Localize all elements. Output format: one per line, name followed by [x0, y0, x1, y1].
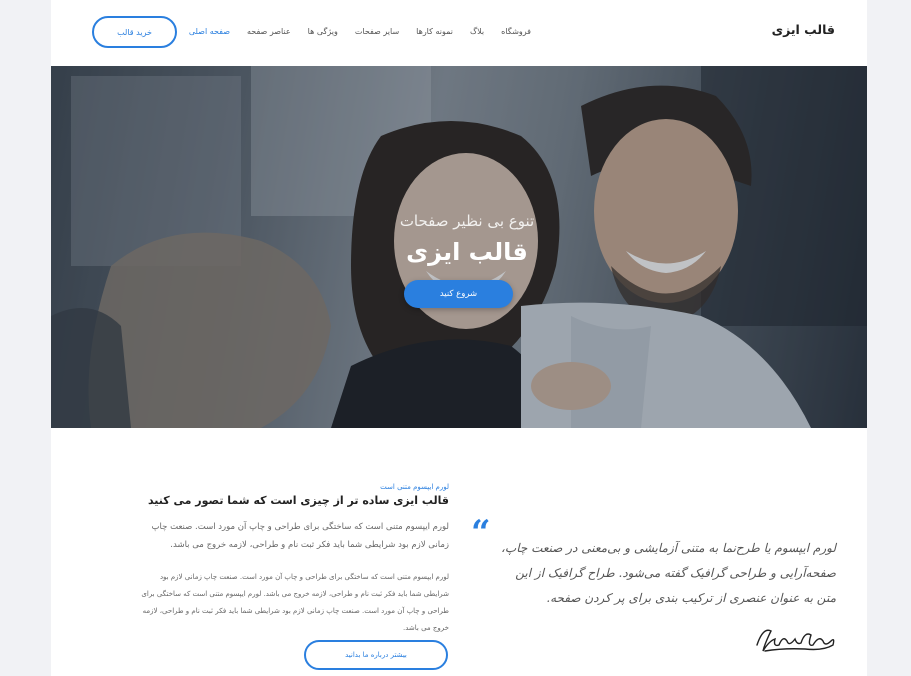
page: قالب ایزی صفحه اصلی عناصر صفحه ویژگی ها … [51, 0, 867, 676]
section-tag: لورم ایپسوم متنی است [380, 483, 449, 491]
hero-subtitle: تنوع بی نظیر صفحات [399, 212, 535, 230]
nav-item-features[interactable]: ویژگی ها [308, 27, 338, 36]
brand-logo[interactable]: قالب ایزی [772, 22, 835, 37]
nav-item-shop[interactable]: فروشگاه [501, 27, 531, 36]
about-lead-text: لورم ایپسوم متنی است که ساختگی برای طراح… [151, 522, 449, 550]
site-header: قالب ایزی صفحه اصلی عناصر صفحه ویژگی ها … [51, 0, 867, 66]
about-title: قالب ایزی ساده تر از چیزی است که شما تصو… [147, 494, 449, 507]
signature-image [756, 629, 835, 652]
main-nav: صفحه اصلی عناصر صفحه ویژگی ها سایر صفحات… [189, 27, 531, 36]
nav-item-blog[interactable]: بلاگ [470, 27, 484, 36]
about-section: لورم ایپسوم متنی است قالب ایزی ساده تر ا… [51, 428, 867, 676]
buy-template-button[interactable]: خرید قالب [92, 16, 177, 48]
nav-item-home[interactable]: صفحه اصلی [189, 27, 230, 36]
nav-item-page-elements[interactable]: عناصر صفحه [247, 27, 291, 36]
get-started-button[interactable]: شروع کنید [404, 280, 513, 308]
nav-item-other-pages[interactable]: سایر صفحات [355, 27, 399, 36]
hero-section: تنوع بی نظیر صفحات قالب ایزی شروع کنید [51, 66, 867, 428]
hero-title: قالب ایزی [406, 238, 528, 266]
about-body-text: لورم ایپسوم متنی است که ساختگی برای طراح… [141, 573, 449, 632]
nav-item-portfolio[interactable]: نمونه کارها [416, 27, 453, 36]
quote-icon: “ [471, 513, 491, 553]
learn-more-button[interactable]: بیشتر درباره ما بدانید [304, 640, 448, 670]
testimonial-quote: لورم ایپسوم یا طرح‌نما به متنی آزمایشی و… [501, 541, 836, 605]
